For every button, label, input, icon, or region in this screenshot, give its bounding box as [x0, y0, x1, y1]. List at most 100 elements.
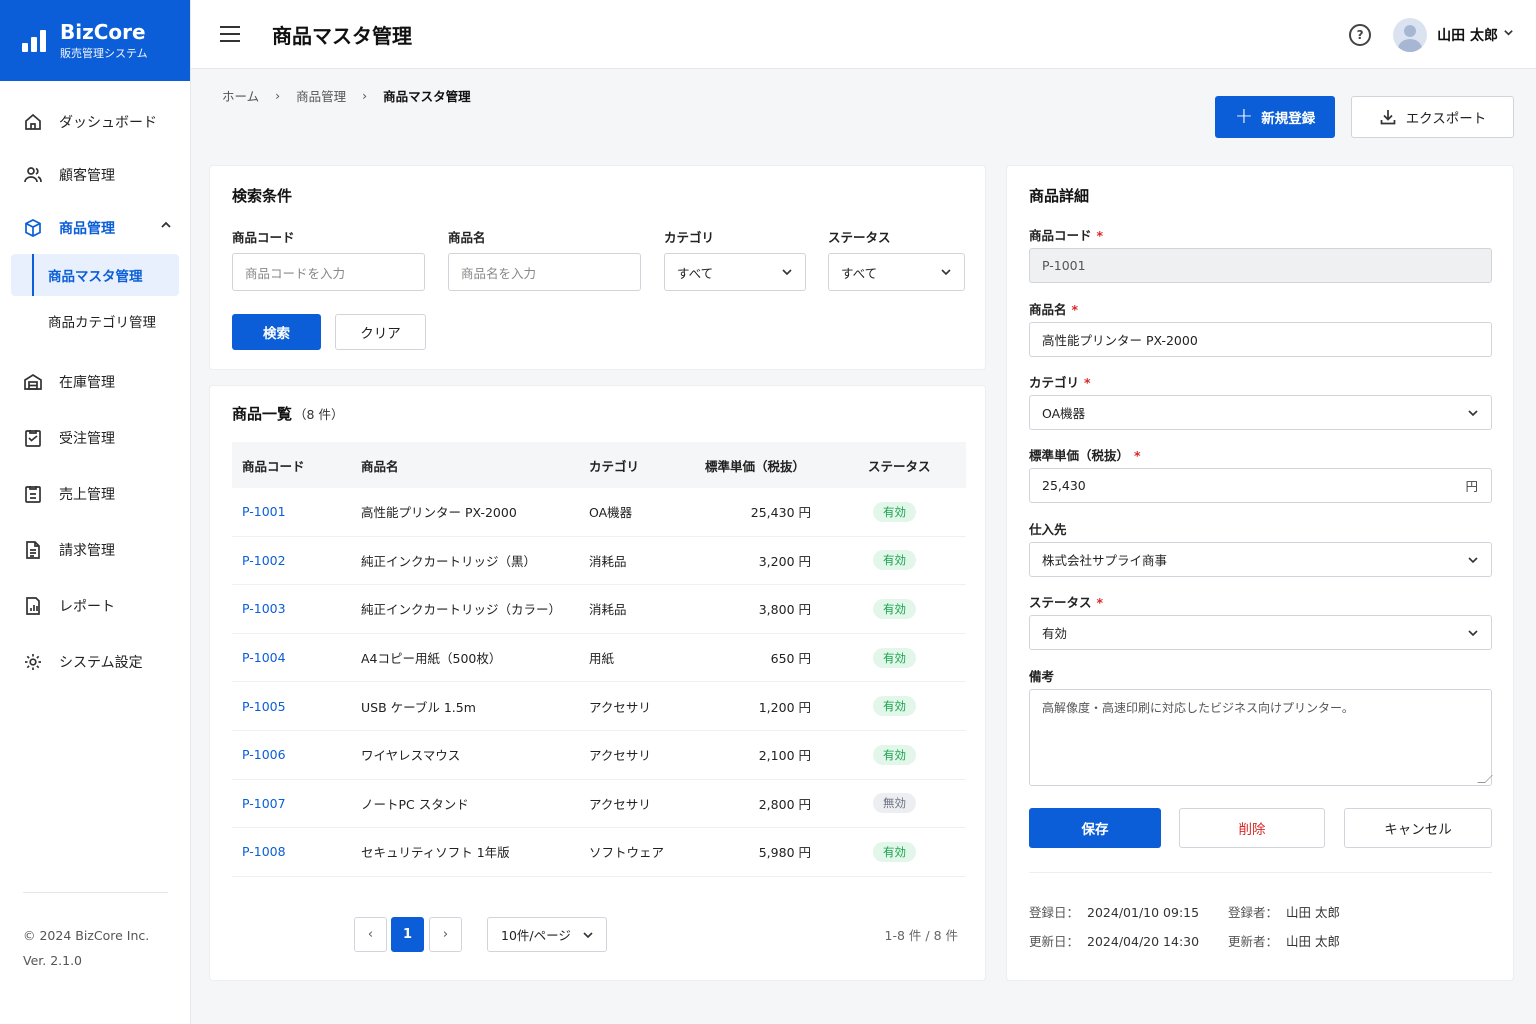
search-panel: 検索条件 商品コード 商品コードを入力 商品名 商品名を入力 カテゴリ すべて … [209, 165, 986, 370]
detail-code-label: 商品コード * [1029, 228, 1104, 243]
sidebar-item-label: システム設定 [59, 655, 143, 671]
row-price: 3,200 円 [758, 553, 811, 569]
sidebar-item-products[interactable]: 商品管理 [0, 201, 190, 254]
detail-note-textarea[interactable]: 高解像度・高速印刷に対応したビジネス向けプリンター。 [1029, 689, 1493, 786]
chevron-down-icon [1467, 627, 1479, 642]
sidebar-item-reports[interactable]: レポート [0, 578, 190, 634]
new-button[interactable]: + 新規登録 [1215, 96, 1335, 138]
table-row[interactable]: P-1004 A4コピー用紙（500枚） 用紙 650 円 有効 [232, 634, 966, 683]
row-code[interactable]: P-1002 [242, 537, 286, 585]
row-code[interactable]: P-1007 [242, 780, 286, 828]
sidebar-item-customers[interactable]: 顧客管理 [0, 148, 190, 201]
page-1-button[interactable]: 1 [391, 917, 424, 952]
cancel-button[interactable]: キャンセル [1344, 808, 1492, 848]
detail-price-field[interactable]: 25,430 円 [1029, 468, 1492, 503]
table-row[interactable]: P-1006 ワイヤレスマウス アクセサリ 2,100 円 有効 [232, 731, 966, 780]
code-label: 商品コード [232, 230, 295, 245]
table-row[interactable]: P-1001 高性能プリンター PX-2000 OA機器 25,430 円 有効 [232, 488, 966, 537]
avatar[interactable] [1393, 17, 1428, 52]
sidebar-footer: © 2024 BizCore Inc. Ver. 2.1.0 [23, 892, 168, 973]
col-name[interactable]: 商品名 [361, 442, 399, 488]
menu-toggle-icon[interactable] [220, 26, 240, 42]
help-icon[interactable]: ? [1349, 23, 1372, 46]
table-row[interactable]: P-1005 USB ケーブル 1.5m アクセサリ 1,200 円 有効 [232, 682, 966, 731]
sidebar-item-orders[interactable]: 受注管理 [0, 410, 190, 466]
table-row[interactable]: P-1002 純正インクカートリッジ（黒） 消耗品 3,200 円 有効 [232, 537, 966, 586]
chevron-down-icon[interactable] [1503, 27, 1514, 42]
chevron-up-icon[interactable] [160, 219, 172, 235]
chevron-right-icon: › [275, 88, 281, 103]
sidebar-item-label: 請求管理 [59, 543, 115, 559]
sidebar-item-label: 商品管理 [59, 220, 115, 237]
search-button[interactable]: 検索 [232, 314, 321, 350]
row-code[interactable]: P-1006 [242, 731, 286, 779]
row-name: 高性能プリンター PX-2000 [361, 505, 517, 521]
row-status: 有効 [873, 731, 916, 779]
detail-status-select[interactable]: 有効 [1029, 615, 1492, 650]
next-page-button[interactable]: › [429, 917, 462, 952]
breadcrumb-current: 商品マスタ管理 [383, 89, 471, 104]
products-submenu: 商品マスタ管理 商品カテゴリ管理 [0, 254, 190, 348]
breadcrumb-home[interactable]: ホーム [222, 86, 259, 105]
row-code[interactable]: P-1001 [242, 488, 286, 536]
row-code[interactable]: P-1008 [242, 828, 286, 876]
app-logo[interactable]: BizCore 販売管理システム [0, 0, 190, 81]
search-title: 検索条件 [232, 187, 293, 205]
row-code[interactable]: P-1004 [242, 634, 286, 682]
created-by: 登録者： 山田 太郎 [1228, 905, 1340, 920]
sidebar-item-dashboard[interactable]: ダッシュボード [0, 95, 190, 148]
product-list-panel: 商品一覧 （8 件） 商品コード 商品名 カテゴリ 標準単価（税抜） ステータス… [209, 385, 986, 981]
col-category[interactable]: カテゴリ [589, 442, 639, 488]
price-unit: 円 [1465, 479, 1478, 494]
detail-name-field[interactable]: 高性能プリンター PX-2000 [1029, 322, 1492, 357]
row-code[interactable]: P-1005 [242, 682, 286, 730]
category-select[interactable]: すべて [664, 253, 806, 291]
clipboard-icon [23, 484, 43, 504]
detail-price-label: 標準単価（税抜） * [1029, 448, 1141, 463]
user-name[interactable]: 山田 太郎 [1437, 25, 1498, 45]
copyright: © 2024 BizCore Inc. [23, 928, 150, 943]
detail-supplier-label: 仕入先 [1029, 522, 1067, 537]
export-button[interactable]: エクスポート [1351, 96, 1514, 138]
detail-category-select[interactable]: OA機器 [1029, 395, 1492, 430]
prev-page-button[interactable]: ‹ [354, 917, 387, 952]
sidebar-subitem-product-master[interactable]: 商品マスタ管理 [11, 254, 179, 296]
row-price: 1,200 円 [758, 699, 811, 715]
list-title: 商品一覧 [232, 405, 293, 423]
col-status[interactable]: ステータス [868, 442, 931, 488]
detail-name-label: 商品名 * [1029, 302, 1079, 317]
status-select[interactable]: すべて [828, 253, 965, 291]
per-page-select[interactable]: 10件/ページ [487, 917, 607, 952]
name-search-input[interactable]: 商品名を入力 [448, 253, 641, 291]
table-row[interactable]: P-1007 ノートPC スタンド アクセサリ 2,800 円 無効 [232, 780, 966, 829]
sidebar-subitem-product-category[interactable]: 商品カテゴリ管理 [11, 300, 179, 342]
delete-button[interactable]: 削除 [1179, 808, 1325, 848]
row-price: 5,980 円 [758, 845, 811, 861]
version: Ver. 2.1.0 [23, 953, 83, 968]
breadcrumb-products[interactable]: 商品管理 [296, 86, 346, 105]
detail-status-label: ステータス * [1029, 595, 1104, 610]
resize-handle-icon[interactable] [1477, 775, 1493, 783]
sidebar-item-label: 顧客管理 [59, 167, 115, 184]
chevron-right-icon: › [362, 88, 368, 103]
required-mark: * [1096, 595, 1104, 610]
row-category: OA機器 [589, 505, 633, 521]
detail-supplier-select[interactable]: 株式会社サプライ商事 [1029, 542, 1492, 577]
col-price[interactable]: 標準単価（税抜） [705, 442, 805, 488]
sidebar: BizCore 販売管理システム ダッシュボード 顧客管理 商品管理 商品マスタ… [0, 0, 191, 1024]
sidebar-item-settings[interactable]: システム設定 [0, 634, 190, 690]
table-row[interactable]: P-1008 セキュリティソフト 1年版 ソフトウェア 5,980 円 有効 [232, 828, 966, 877]
status-badge: 有効 [873, 501, 916, 522]
row-price: 25,430 円 [750, 505, 811, 521]
sidebar-item-sales[interactable]: 売上管理 [0, 466, 190, 522]
clear-button[interactable]: クリア [335, 314, 426, 350]
table-row[interactable]: P-1003 純正インクカートリッジ（カラー） 消耗品 3,800 円 有効 [232, 585, 966, 634]
list-count: （8 件） [294, 407, 344, 422]
sidebar-item-inventory[interactable]: 在庫管理 [0, 354, 190, 410]
sidebar-item-label: 在庫管理 [59, 375, 115, 391]
sidebar-item-billing[interactable]: 請求管理 [0, 522, 190, 578]
col-code[interactable]: 商品コード [242, 442, 305, 488]
save-button[interactable]: 保存 [1029, 808, 1161, 848]
code-search-input[interactable]: 商品コードを入力 [232, 253, 425, 291]
row-code[interactable]: P-1003 [242, 585, 286, 633]
